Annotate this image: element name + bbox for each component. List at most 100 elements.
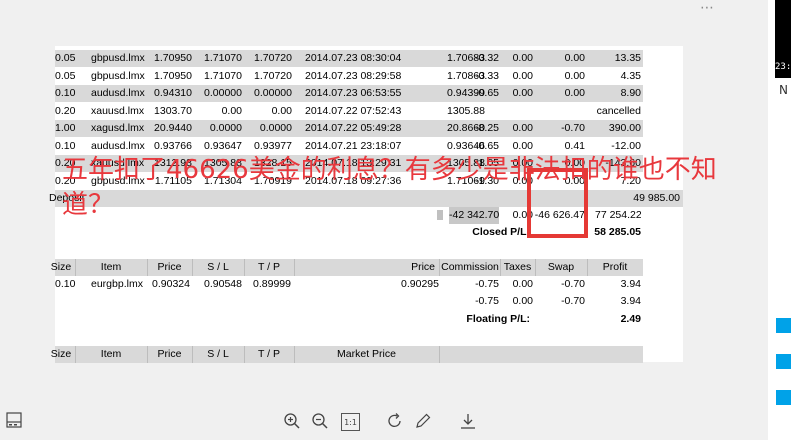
trade-commission: -0.65	[475, 87, 499, 99]
trade-profit: cancelled	[596, 104, 641, 117]
floating-pl-label: Floating P/L:	[466, 313, 530, 325]
trade-row: 0.20 xauusd.lmx 1303.70 0.00 0.00 2014.07.22 …	[55, 102, 643, 120]
trade-size: 1.00	[55, 122, 76, 134]
hdr-size: Size	[47, 259, 76, 276]
trade-swap: 0.00	[564, 52, 585, 64]
trade-sl: 1.71070	[204, 69, 242, 82]
open-swap: -0.70	[561, 278, 585, 290]
open-totals-commission: -0.75	[475, 295, 499, 307]
more-options-icon[interactable]: ⋯	[700, 0, 714, 16]
totals-row: -42 342.70 0.00 -46 626.47 77 254.22	[55, 207, 683, 224]
trade-tp: 1.70720	[254, 69, 292, 82]
actual-size-button[interactable]: 1:1	[341, 413, 360, 431]
open-tp: 0.89999	[253, 278, 291, 290]
pending-hdr-size: Size	[47, 346, 76, 363]
trade-time: 2014.07.22 07:52:43	[305, 104, 402, 117]
trade-price: 0.94310	[154, 87, 192, 99]
open-totals-profit: 3.94	[620, 295, 641, 307]
trade-row: 0.05 gbpusd.lmx 1.70950 1.71070 1.70720 2014.…	[55, 67, 643, 85]
open-price2: 0.90295	[401, 278, 439, 290]
actual-size-label: 1:1	[344, 417, 357, 427]
trade-time: 2014.07.22 05:49:28	[305, 122, 402, 134]
totals-commission: -42 342.70	[449, 207, 499, 224]
hdr-item: Item	[75, 259, 148, 276]
pending-hdr-price: Price	[147, 346, 193, 363]
pending-orders-header: Size Item Price S / L T / P Market Price	[51, 346, 643, 363]
trade-swap: -0.70	[561, 122, 585, 134]
zoom-out-icon[interactable]	[310, 411, 330, 431]
statement-document: 0.05 gbpusd.lmx 1.70950 1.71070 1.70720 2014.…	[49, 46, 683, 363]
floating-pl-value: 2.49	[620, 313, 641, 325]
trade-profit: 390.00	[608, 122, 641, 134]
trade-size: 0.10	[55, 87, 76, 99]
trade-tp: 1.70720	[254, 52, 292, 64]
totals-profit: 77 254.22	[595, 209, 641, 221]
trade-size: 0.05	[55, 69, 76, 82]
trade-item: audusd.lmx	[91, 87, 145, 99]
pending-hdr-item: Item	[75, 346, 148, 363]
trade-tp: 0.93977	[254, 139, 292, 152]
trade-row: 0.10 audusd.lmx 0.93766 0.93647 0.93977 2014.…	[55, 137, 643, 155]
open-profit: 3.94	[620, 278, 641, 290]
trade-price: 0.93766	[154, 139, 192, 152]
trade-commission: -0.65	[475, 139, 499, 152]
trade-item: audusd.lmx	[91, 139, 145, 152]
trade-price: 20.9440	[154, 122, 192, 134]
open-commission: -0.75	[475, 278, 499, 290]
trade-profit: 8.90	[620, 87, 641, 99]
trade-taxes: 0.00	[512, 139, 533, 152]
trade-swap	[535, 103, 585, 120]
trade-commission: -0.33	[475, 69, 499, 82]
trade-size: 0.20	[55, 104, 76, 117]
strip-label: N	[779, 83, 788, 97]
trade-profit: -12.00	[611, 139, 641, 152]
trade-size: 0.10	[55, 139, 76, 152]
trade-item: xagusd.lmx	[91, 122, 145, 134]
strip-time: 23:4	[775, 62, 791, 72]
overlay-caption-line1: 五年扣了46626美金的利息？有多少是非法扣的谁也不知	[62, 155, 717, 185]
trade-size: 0.05	[55, 52, 76, 64]
floating-pl-row: Floating P/L: 2.49	[55, 311, 643, 328]
trade-tp: 0.00000	[254, 87, 292, 99]
trade-price: 1.70950	[154, 52, 192, 64]
rotate-icon[interactable]	[385, 411, 405, 431]
open-taxes: 0.00	[512, 278, 533, 290]
trade-sl: 0.00000	[204, 87, 242, 99]
trade-sl: 0.00	[221, 104, 242, 117]
pending-hdr-tp: T / P	[244, 346, 295, 363]
trade-item: gbpusd.lmx	[91, 69, 145, 82]
pending-hdr-market-price: Market Price	[294, 346, 440, 363]
side-tab-2[interactable]	[776, 354, 791, 369]
open-price: 0.90324	[152, 278, 190, 290]
trade-taxes: 0.00	[512, 69, 533, 82]
trade-taxes: 0.00	[512, 87, 533, 99]
trade-commission	[455, 103, 499, 120]
closed-pl-row: Closed P/L: 58 285.05	[55, 224, 683, 241]
hdr-taxes: Taxes	[500, 259, 536, 276]
trade-time: 2014.07.23 08:30:04	[305, 52, 402, 64]
trade-row: 1.00 xagusd.lmx 20.9440 0.0000 0.0000 2014.07…	[55, 120, 643, 137]
deposit-row: Deposit 49 985.00	[49, 190, 683, 207]
trade-row: 0.05 gbpusd.lmx 1.70950 1.71070 1.70720 2014.…	[55, 50, 643, 67]
overlay-caption-line2: 道？	[62, 190, 115, 220]
side-tab-1[interactable]	[776, 318, 791, 333]
trade-taxes: 0.00	[512, 122, 533, 134]
trade-commission: -0.32	[475, 52, 499, 64]
panel-toggle-icon[interactable]	[6, 412, 22, 432]
trade-tp: 0.00	[271, 104, 292, 117]
hdr-price: Price	[147, 259, 193, 276]
hdr-tp: T / P	[244, 259, 295, 276]
open-totals-taxes: 0.00	[512, 295, 533, 307]
side-tab-3[interactable]	[776, 390, 791, 405]
trade-swap: 0.41	[564, 139, 585, 152]
trade-swap: 0.00	[564, 87, 585, 99]
edit-pen-icon[interactable]	[413, 411, 433, 431]
open-trades-header: Size Item Price S / L T / P Price Commis…	[51, 259, 643, 276]
pending-hdr-sl: S / L	[192, 346, 245, 363]
trade-time: 2014.07.23 06:53:55	[305, 87, 402, 99]
trade-price: 1.70950	[154, 69, 192, 82]
zoom-in-icon[interactable]	[282, 411, 302, 431]
totals-marker	[437, 210, 443, 220]
trade-item: xauusd.lmx	[91, 104, 145, 117]
download-icon[interactable]	[458, 411, 478, 431]
